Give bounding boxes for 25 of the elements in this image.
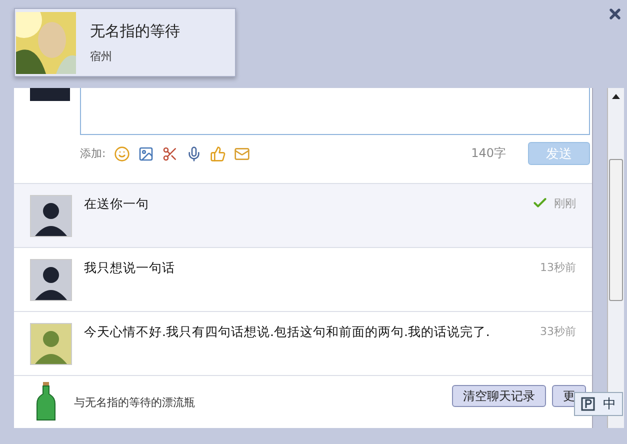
message-input[interactable] [80,88,590,135]
message-text: 我只想说一句话 [84,259,176,277]
scroll-up-icon[interactable] [612,94,620,99]
close-button[interactable] [607,6,623,22]
message-time: 刚刚 [554,196,576,212]
smile-icon[interactable] [114,146,130,162]
char-count: 140字 [471,145,506,162]
ime-mode[interactable]: 中 [603,395,616,413]
envelope-icon[interactable] [234,146,250,162]
thumbs-up-icon[interactable] [210,146,226,162]
message-time: 33秒前 [540,324,576,340]
bottle-icon [36,382,56,422]
message-time: 13秒前 [540,260,576,276]
scissors-icon[interactable] [162,146,178,162]
message-text: 在送你一句 [84,195,150,213]
microphone-icon[interactable] [186,146,202,162]
message-text: 今天心情不好.我只有四句话想说.包括这句和前面的两句.我的话说完了. [84,323,491,341]
contact-location: 宿州 [90,48,113,64]
bottle-title: 与无名指的等待的漂流瓶 [74,394,195,410]
image-icon[interactable] [138,146,154,162]
add-label: 添加: [80,146,106,161]
contact-name: 无名指的等待 [90,22,180,40]
footer-button[interactable]: 清空聊天记录 [452,385,546,407]
scrollbar-thumb[interactable] [609,159,623,301]
p-icon[interactable] [581,397,595,411]
